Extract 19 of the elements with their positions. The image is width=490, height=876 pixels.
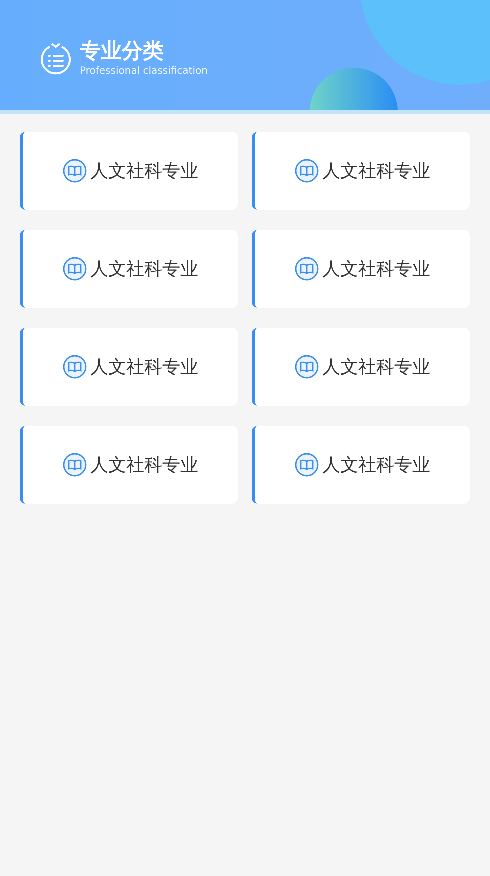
- list-icon: [40, 42, 72, 76]
- category-card[interactable]: 人文社科专业: [252, 132, 470, 210]
- category-card[interactable]: 人文社科专业: [20, 230, 238, 308]
- category-card[interactable]: 人文社科专业: [20, 132, 238, 210]
- category-card[interactable]: 人文社科专业: [252, 426, 470, 504]
- book-icon: [62, 257, 86, 281]
- book-icon: [62, 453, 86, 477]
- book-icon: [294, 453, 318, 477]
- category-card[interactable]: 人文社科专业: [252, 230, 470, 308]
- category-card[interactable]: 人文社科专业: [20, 328, 238, 406]
- category-card[interactable]: 人文社科专业: [252, 328, 470, 406]
- book-icon: [294, 257, 318, 281]
- book-icon: [62, 355, 86, 379]
- book-icon: [294, 355, 318, 379]
- book-icon: [62, 159, 86, 183]
- page-subtitle: Professional classification: [80, 65, 208, 79]
- page-title: 专业分类: [80, 38, 165, 64]
- category-card[interactable]: 人文社科专业: [20, 426, 238, 504]
- book-icon: [294, 159, 318, 183]
